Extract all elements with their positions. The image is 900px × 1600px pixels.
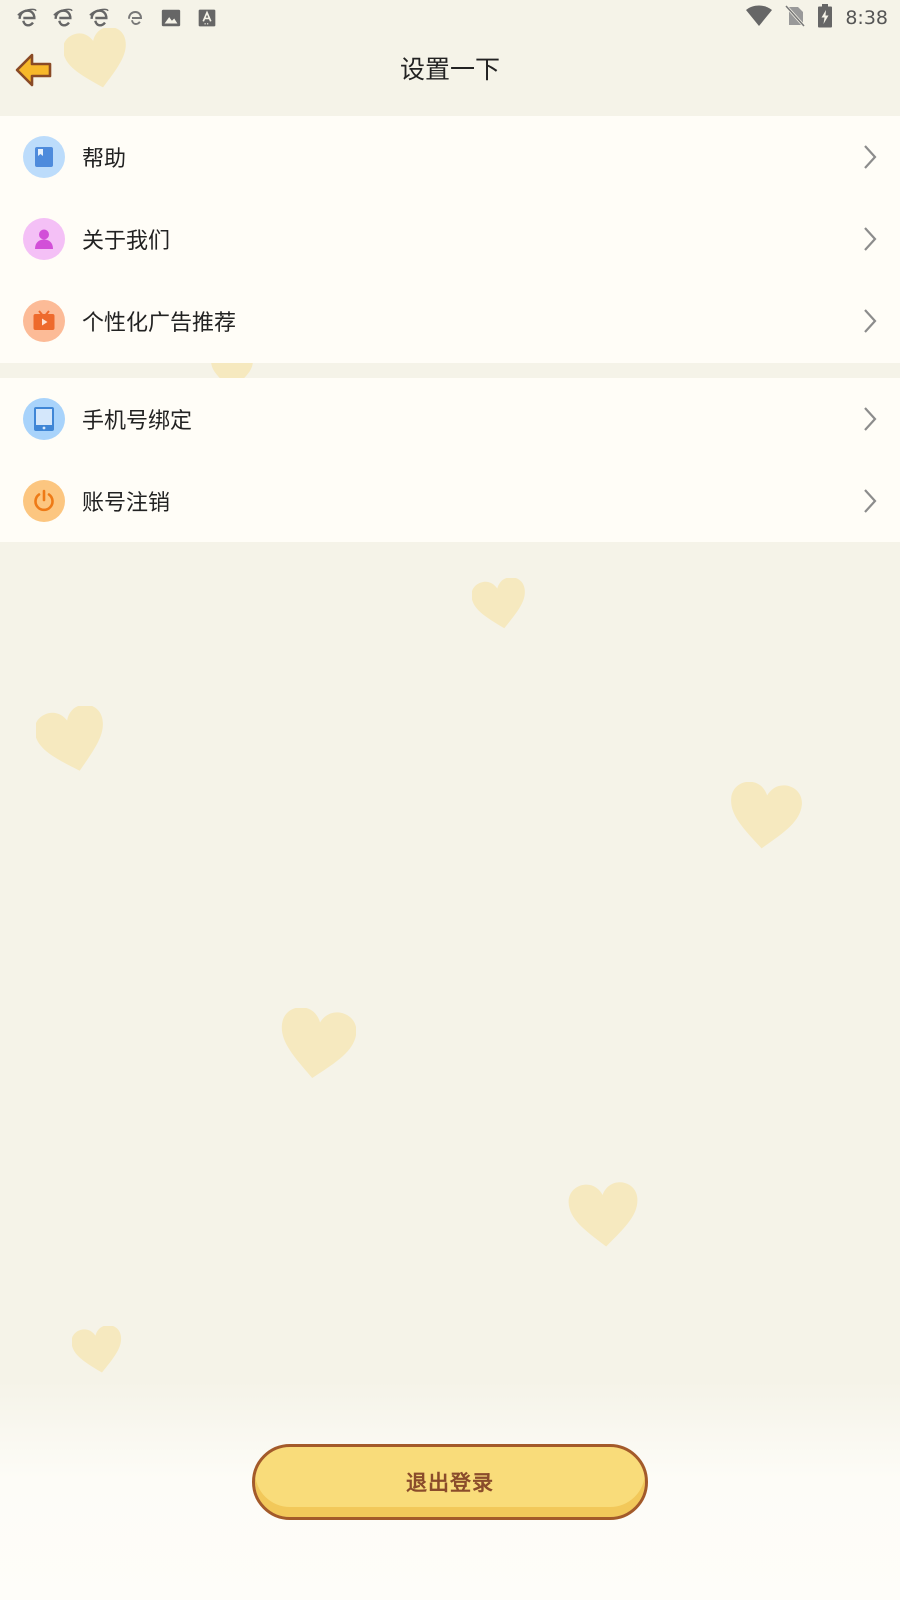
chevron-right-icon [864, 145, 877, 169]
heart-decoration-icon [472, 578, 525, 629]
status-bar: 8:38 [0, 0, 900, 36]
settings-item-phone-binding[interactable]: 手机号绑定 [0, 378, 900, 460]
settings-group-account: 手机号绑定 账号注销 [0, 378, 900, 542]
settings-item-label: 关于我们 [82, 229, 171, 254]
settings-item-account-deletion[interactable]: 账号注销 [0, 460, 900, 542]
wifi-icon [745, 5, 773, 31]
heart-decoration-icon [72, 1326, 122, 1373]
settings-item-help[interactable]: 帮助 [0, 116, 900, 198]
notification-icons [16, 7, 218, 29]
ie-browser-icon [124, 7, 146, 29]
logout-label: 退出登录 [406, 1471, 494, 1495]
heart-decoration-icon [36, 706, 103, 771]
chevron-right-icon [864, 309, 877, 333]
settings-item-about-us[interactable]: 关于我们 [0, 198, 900, 280]
settings-item-label: 个性化广告推荐 [82, 311, 237, 336]
text-format-icon [196, 7, 218, 29]
settings-item-label: 帮助 [82, 147, 127, 172]
page-title: 设置一下 [399, 55, 500, 84]
tablet-icon [23, 398, 65, 440]
chevron-right-icon [864, 489, 877, 513]
header: 设置一下 [0, 36, 900, 116]
battery-charging-icon [817, 4, 833, 32]
status-clock: 8:38 [845, 7, 888, 29]
chevron-right-icon [864, 227, 877, 251]
book-icon [23, 136, 65, 178]
ie-browser-icon [16, 7, 38, 29]
no-sim-icon [785, 4, 806, 31]
chevron-right-icon [864, 407, 877, 431]
system-icons: 8:38 [745, 4, 888, 32]
settings-item-label: 账号注销 [82, 491, 171, 516]
settings-item-label: 手机号绑定 [82, 409, 193, 434]
heart-decoration-icon [568, 1182, 638, 1247]
settings-item-personalized-ads[interactable]: 个性化广告推荐 [0, 280, 900, 362]
image-icon [160, 7, 182, 29]
ie-browser-icon [52, 7, 74, 29]
heart-decoration-icon [731, 782, 802, 849]
ie-browser-icon [88, 7, 110, 29]
settings-group-general: 帮助 关于我们 个性化广告推荐 [0, 116, 900, 363]
person-icon [23, 218, 65, 260]
power-icon [23, 480, 65, 522]
logout-button[interactable]: 退出登录 [252, 1444, 648, 1520]
heart-decoration-icon [281, 1008, 356, 1078]
tv-play-icon [23, 300, 65, 342]
